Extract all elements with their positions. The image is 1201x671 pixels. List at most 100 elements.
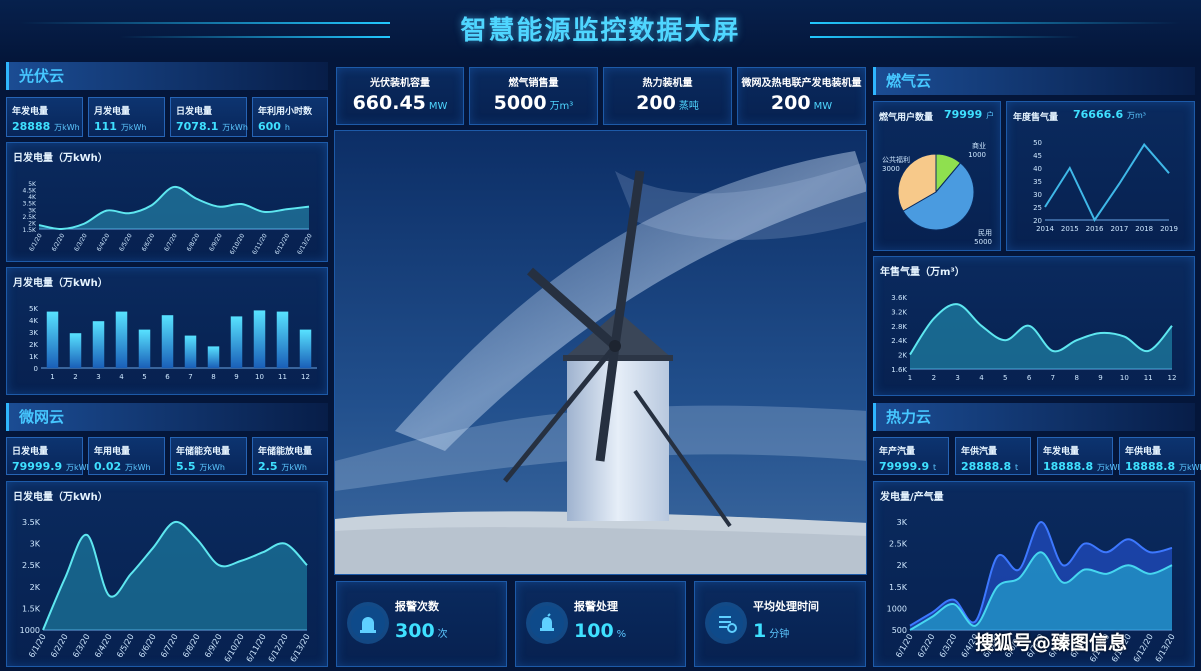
- bar: [276, 311, 289, 368]
- y-tick-label: 2K: [898, 352, 907, 360]
- y-tick-label: 35: [1033, 178, 1042, 186]
- x-tick-label: 6/5/20: [118, 232, 134, 252]
- pie-label: 民用: [978, 229, 992, 237]
- pie-value-label: 5000: [974, 238, 992, 246]
- alarm-count-value: 300 次: [395, 620, 448, 642]
- bar: [92, 321, 105, 368]
- y-tick-label: 500: [892, 626, 907, 635]
- x-tick-label: 6/3/20: [71, 633, 92, 660]
- y-tick-label: 50: [1033, 139, 1042, 147]
- stat-label: 年利用小时数: [258, 107, 313, 117]
- bar: [46, 311, 59, 368]
- kpi-label: 光伏装机容量: [370, 78, 430, 89]
- x-tick-label: 1: [50, 373, 54, 381]
- stat-value: 28888 万kWh: [12, 120, 80, 133]
- y-tick-label: 1.5K: [889, 583, 908, 592]
- stat-value: 28888.8 t: [961, 460, 1019, 473]
- x-tick-label: 6/8/20: [181, 633, 202, 660]
- x-tick-label: 6: [165, 373, 170, 381]
- section-micro-header: 微网云: [6, 403, 328, 431]
- pv-stat-annual: 年发电量 28888 万kWh: [6, 97, 83, 137]
- micro-daily-chart-panel: 日发电量（万kWh） 1000 1.5K 2K 2.5K 3K 3.5K 6/1/20 6/2…: [6, 481, 328, 667]
- heat-stat-power-generated: 年发电量 18888.8 万kWh: [1037, 437, 1123, 475]
- y-tick-label: 2.8K: [891, 323, 907, 331]
- series-area: [39, 186, 309, 230]
- x-tick-label: 2016: [1086, 225, 1104, 233]
- pv-monthly-chart: 01K2K3K4K5K1 2 3 4 5 6 7 8 9 10 11 12: [29, 305, 317, 381]
- kpi-label: 燃气销售量: [508, 78, 559, 89]
- avg-time-card: 平均处理时间 1 分钟: [694, 581, 866, 667]
- stat-value: 18888.8 万kWh: [1125, 460, 1201, 473]
- stat-value: 2.5 万kWh: [258, 460, 307, 473]
- y-tick-label: 3.5K: [23, 201, 38, 208]
- y-tick-label: 5K: [28, 181, 37, 188]
- y-tick-label: 2K: [28, 220, 37, 227]
- x-tick-label: 10: [1120, 374, 1129, 382]
- micro-daily-chart: 10001.5K2K2.5K3K3.5K6/1/20 6/2/20 6/3/20 6/…: [20, 518, 312, 664]
- bar: [253, 310, 266, 368]
- kpi-pv-capacity: 光伏装机容量 660.45 MW: [336, 67, 464, 125]
- heat-stat-steam-produced: 年产汽量 79999.9 t: [873, 437, 949, 475]
- y-tick-label: 3K: [897, 518, 908, 527]
- x-tick-label: 2017: [1110, 225, 1128, 233]
- y-tick-label: 2.4K: [891, 337, 907, 345]
- heat-stat-power-supplied: 年供电量 18888.8 万kWh: [1119, 437, 1201, 475]
- kpi-value: 200 MW: [770, 92, 833, 114]
- kpi-value: 200 蒸吨: [636, 92, 699, 114]
- header-deco-left: [20, 22, 390, 24]
- stat-value: 5.5 万kWh: [176, 460, 225, 473]
- avg-time-value: 1 分钟: [753, 620, 790, 642]
- x-tick-label: 8: [211, 373, 215, 381]
- x-tick-label: 6/13/20: [296, 232, 314, 256]
- bar: [184, 335, 197, 368]
- gas-annual-panel: 年度售气量 76666.6 万m³ 20 25 30 35 40 45 50 2014 2015…: [1006, 101, 1195, 251]
- x-tick-label: 7: [1051, 374, 1055, 382]
- stat-label: 日发电量: [12, 447, 49, 457]
- y-tick-label: 40: [1033, 165, 1042, 173]
- alarm-handling-value: 100%: [574, 620, 627, 642]
- x-tick-label: 6/11/20: [251, 232, 269, 256]
- kpi-label: 微网及热电联产发电装机量: [741, 78, 862, 89]
- pie-label: 商业: [972, 141, 986, 150]
- x-tick-label: 9: [1098, 374, 1102, 382]
- alarm-count-label: 报警次数: [395, 600, 439, 613]
- x-tick-label: 2015: [1061, 225, 1079, 233]
- y-tick-label: 3K: [29, 329, 38, 337]
- x-tick-label: 6/1/20: [27, 633, 48, 660]
- stat-label: 年发电量: [12, 107, 49, 117]
- kpi-heat-capacity: 热力装机量 200 蒸吨: [603, 67, 732, 125]
- y-tick-label: 20: [1033, 217, 1042, 225]
- x-tick-label: 6: [1027, 374, 1032, 382]
- x-tick-label: 5: [142, 373, 146, 381]
- series-line: [1044, 142, 1170, 223]
- x-tick-label: 2014: [1036, 225, 1054, 233]
- pv-daily-chart: 1.5K2K2.5K3K3.5K4K4.5K5K 6/1/20 6/2/20 6/3/…: [23, 181, 314, 256]
- kpi-micro-capacity: 微网及热电联产发电装机量 200 MW: [737, 67, 866, 125]
- y-tick-label: 25: [1033, 204, 1042, 212]
- x-tick-label: 1: [908, 374, 912, 382]
- x-tick-label: 5: [1003, 374, 1007, 382]
- x-tick-label: 6/8/20: [186, 232, 202, 252]
- x-tick-label: 6/2/20: [916, 633, 937, 660]
- x-tick-label: 2018: [1135, 225, 1153, 233]
- micro-stat-daily: 日发电量 79999.9 万kWh: [6, 437, 92, 475]
- x-tick-label: 4: [979, 374, 984, 382]
- x-tick-label: 8: [1074, 374, 1078, 382]
- y-tick-label: 3.6K: [891, 294, 907, 302]
- x-tick-label: 12: [301, 373, 310, 381]
- y-tick-label: 4K: [29, 317, 38, 325]
- list-clock-icon: [709, 606, 743, 640]
- gas-users-pie-chart: 商业1000 民用5000 公共福利3000: [882, 141, 992, 246]
- heat-stat-steam-supplied: 年供汽量 28888.8 t: [955, 437, 1031, 475]
- kpi-label: 热力装机量: [642, 78, 693, 89]
- bar: [207, 346, 220, 368]
- section-micro-title: 微网云: [19, 408, 65, 426]
- x-tick-label: 6/1/20: [894, 633, 915, 660]
- y-tick-label: 3.5K: [22, 518, 41, 527]
- micro-stat-usage: 年用电量 0.02 万kWh: [88, 437, 165, 475]
- y-tick-label: 3K: [30, 540, 41, 549]
- pv-stat-daily: 日发电量 7078.1 万kWh: [170, 97, 248, 137]
- y-tick-label: 1.5K: [22, 604, 41, 613]
- y-tick-label: 30: [1033, 191, 1042, 199]
- y-tick-label: 1.6K: [891, 366, 907, 374]
